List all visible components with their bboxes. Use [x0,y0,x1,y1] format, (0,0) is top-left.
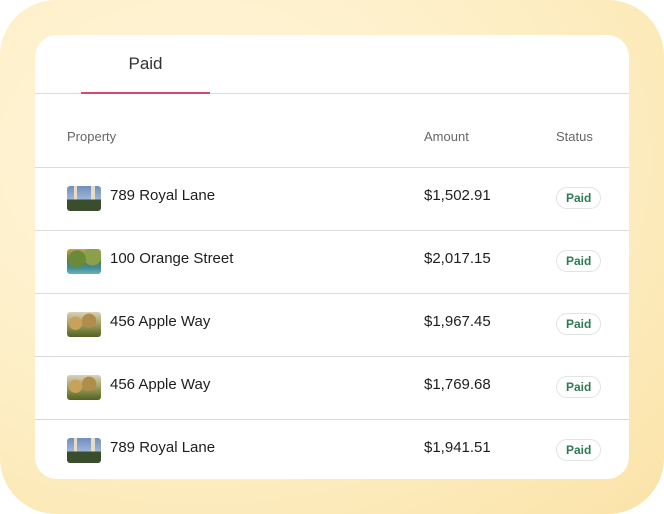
table-header: Property Amount Status [35,94,629,168]
property-thumbnail [67,312,101,337]
status-badge: Paid [556,313,602,335]
property-name: 789 Royal Lane [110,187,216,204]
table-row[interactable]: 100 Orange Street $2,017.15 Paid [35,231,629,294]
payment-amount: $1,502.91 [424,187,491,204]
column-header-status[interactable]: Status [556,129,593,144]
status-badge: Paid [556,376,602,398]
tab-bar: Paid [35,35,629,94]
table-row[interactable]: 456 Apple Way $1,967.45 Paid [35,294,629,357]
status-badge: Paid [556,250,602,272]
table-row[interactable]: 456 Apple Way $1,769.68 Paid [35,357,629,420]
column-header-amount[interactable]: Amount [424,129,469,144]
tab-paid[interactable]: Paid [81,35,210,93]
status-badge: Paid [556,439,602,461]
background-frame: Paid Property Amount Status 789 Royal La… [0,0,664,514]
table-row[interactable]: 789 Royal Lane $1,941.51 Paid [35,420,629,479]
payment-amount: $1,967.45 [424,313,491,330]
status-badge: Paid [556,187,602,209]
payment-amount: $1,769.68 [424,376,491,393]
property-thumbnail [67,438,101,463]
column-header-property[interactable]: Property [67,129,116,144]
payments-card: Paid Property Amount Status 789 Royal La… [35,35,629,479]
payment-amount: $1,941.51 [424,439,491,456]
property-name: 100 Orange Street [110,250,234,267]
property-name: 456 Apple Way [110,313,211,330]
property-name: 456 Apple Way [110,376,211,393]
property-thumbnail [67,375,101,400]
table-row[interactable]: 789 Royal Lane $1,502.91 Paid [35,168,629,231]
payment-amount: $2,017.15 [424,250,491,267]
property-name: 789 Royal Lane [110,439,216,456]
property-thumbnail [67,186,101,211]
property-thumbnail [67,249,101,274]
